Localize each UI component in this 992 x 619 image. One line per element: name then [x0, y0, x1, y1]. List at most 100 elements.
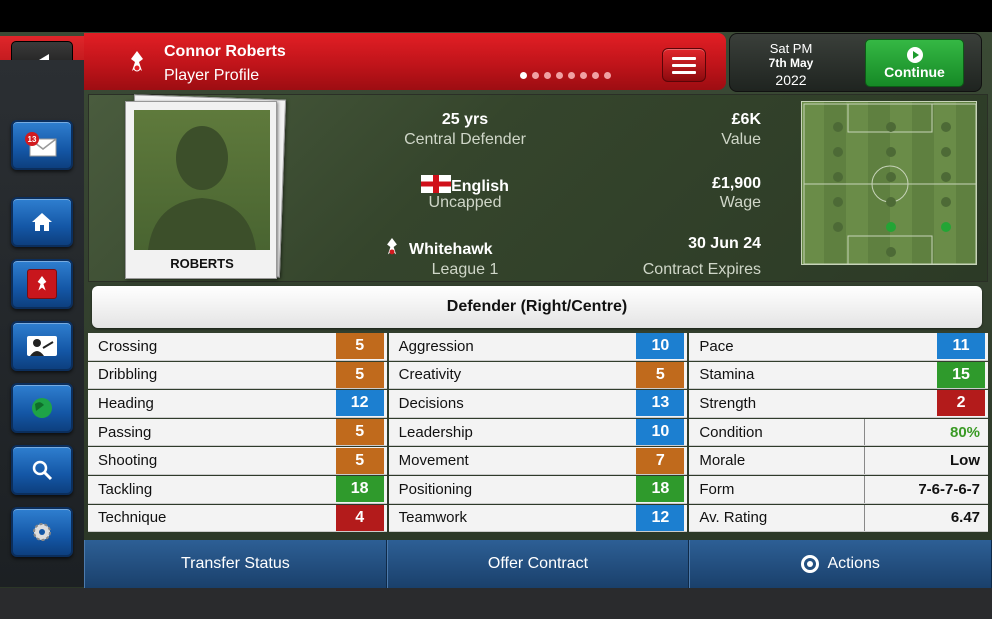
league-name: League 1: [431, 261, 499, 278]
attribute-name: Condition: [699, 423, 763, 441]
attribute-value: 80%: [864, 418, 988, 446]
page-dot[interactable]: [544, 72, 551, 79]
attribute-row[interactable]: Positioning 18: [388, 475, 688, 504]
page-subtitle: Player Profile: [164, 67, 260, 84]
attribute-row[interactable]: Aggression 10: [388, 333, 688, 361]
offer-contract-button[interactable]: Offer Contract: [386, 540, 690, 588]
player-value: £6K: [731, 111, 761, 128]
club-button[interactable]: [11, 259, 73, 309]
attribute-name: Crossing: [98, 337, 158, 355]
attribute-row[interactable]: Heading 12: [88, 390, 387, 418]
page-dot[interactable]: [532, 72, 539, 79]
continue-button[interactable]: Continue: [865, 39, 964, 87]
left-sidebar: 13: [0, 60, 84, 587]
attribute-value: 7-6-7-6-7: [864, 475, 988, 503]
attribute-row[interactable]: Pace 11: [689, 333, 989, 361]
menu-icon-line: [672, 70, 696, 74]
page-dot[interactable]: [604, 72, 611, 79]
caps-status: Uncapped: [428, 194, 502, 211]
attribute-name: Shooting: [98, 452, 158, 470]
manager-button[interactable]: [11, 321, 73, 371]
settings-button[interactable]: [11, 507, 73, 557]
pitch-position-dot: [941, 147, 951, 157]
pitch-position-dot: [886, 197, 896, 207]
attribute-row[interactable]: Stamina 15: [689, 361, 989, 390]
attribute-row[interactable]: Creativity 5: [388, 361, 688, 390]
player-name-title: Connor Roberts: [164, 43, 286, 60]
transfer-status-button[interactable]: Transfer Status: [84, 540, 387, 588]
attribute-row[interactable]: Tackling 18: [88, 475, 387, 504]
pitch-position-dot: [941, 197, 951, 207]
attribute-row[interactable]: Strength 2: [689, 390, 989, 418]
attribute-value: 12: [335, 390, 384, 417]
attribute-row[interactable]: Passing 5: [88, 418, 387, 447]
attribute-name: Heading: [98, 394, 154, 412]
pitch-position-dot-natural: [886, 222, 896, 232]
attribute-name: Creativity: [398, 366, 462, 384]
page-dot[interactable]: [520, 72, 527, 79]
attribute-row[interactable]: Dribbling 5: [88, 361, 387, 390]
actions-button[interactable]: Actions: [689, 540, 992, 588]
play-icon: [906, 46, 923, 63]
search-icon: [32, 460, 53, 481]
value-label: Value: [721, 131, 761, 148]
attribute-name: Leadership: [398, 423, 473, 441]
player-photo-name: ROBERTS: [170, 256, 234, 271]
pitch-position-dot: [941, 172, 951, 182]
pitch-position-dot-gk: [886, 247, 896, 257]
pitch-position-dot: [941, 122, 951, 132]
inbox-button[interactable]: 13: [11, 120, 73, 170]
attribute-row[interactable]: Teamwork 12: [388, 504, 688, 533]
home-button[interactable]: [11, 197, 73, 247]
club-icon: [27, 269, 57, 299]
attribute-value: 4: [335, 504, 384, 531]
role-bar: Defender (Right/Centre): [92, 286, 982, 328]
attributes-table: Crossing 5 Dribbling 5 Heading 12 Passing 5 Shoo…: [88, 333, 989, 533]
globe-icon: [32, 398, 52, 418]
page-dot[interactable]: [592, 72, 599, 79]
page-dot[interactable]: [568, 72, 575, 79]
attribute-row[interactable]: Crossing 5: [88, 333, 387, 361]
wage-label: Wage: [719, 194, 761, 211]
pitch-position-dot: [833, 147, 843, 157]
attribute-value: Low: [864, 447, 988, 474]
page-dot[interactable]: [580, 72, 587, 79]
attribute-row[interactable]: Technique 4: [88, 504, 387, 533]
player-wage: £1,900: [712, 175, 761, 192]
attribute-value: 10: [636, 419, 685, 446]
bottom-action-bar: Transfer Status Offer Contract Actions: [84, 540, 992, 588]
status-bar: [0, 0, 992, 32]
date-day: Sat PM: [769, 41, 813, 56]
attribute-row[interactable]: Morale Low: [689, 447, 989, 475]
attribute-row[interactable]: Movement 7: [388, 447, 688, 475]
date-year: 2022: [775, 72, 807, 88]
search-button[interactable]: [11, 445, 73, 495]
attribute-value: 5: [335, 361, 384, 388]
page-indicator[interactable]: [520, 72, 611, 79]
pitch-position-dot: [886, 122, 896, 132]
club-name[interactable]: Whitehawk: [383, 235, 543, 259]
attribute-name: Aggression: [398, 337, 474, 355]
page-dot[interactable]: [556, 72, 563, 79]
pitch-position-dot: [886, 172, 896, 182]
attribute-row[interactable]: Shooting 5: [88, 447, 387, 475]
menu-button[interactable]: [662, 48, 706, 82]
attribute-row[interactable]: Leadership 10: [388, 418, 688, 447]
inbox-icon: 13: [25, 132, 57, 157]
pitch-position-dot-natural: [941, 222, 951, 232]
pitch-position-dot: [833, 222, 843, 232]
position-pitch-map[interactable]: [801, 101, 977, 265]
attribute-row[interactable]: Av. Rating 6.47: [689, 504, 989, 533]
attribute-row[interactable]: Form 7-6-7-6-7: [689, 475, 989, 504]
world-button[interactable]: [11, 383, 73, 433]
contract-label: Contract Expires: [642, 261, 761, 278]
attribute-row[interactable]: Decisions 13: [388, 390, 688, 418]
manager-icon: [27, 336, 57, 356]
player-photo-card[interactable]: ROBERTS: [125, 94, 287, 279]
attribute-value: 7: [636, 447, 685, 474]
attribute-row[interactable]: Condition 80%: [689, 418, 989, 447]
physical-attributes-column: Pace 11 Stamina 15 Strength 2 Condition 80% Mora…: [689, 333, 989, 533]
attribute-name: Av. Rating: [699, 509, 768, 527]
attribute-value: 5: [335, 447, 384, 474]
attribute-name: Pace: [699, 337, 734, 355]
